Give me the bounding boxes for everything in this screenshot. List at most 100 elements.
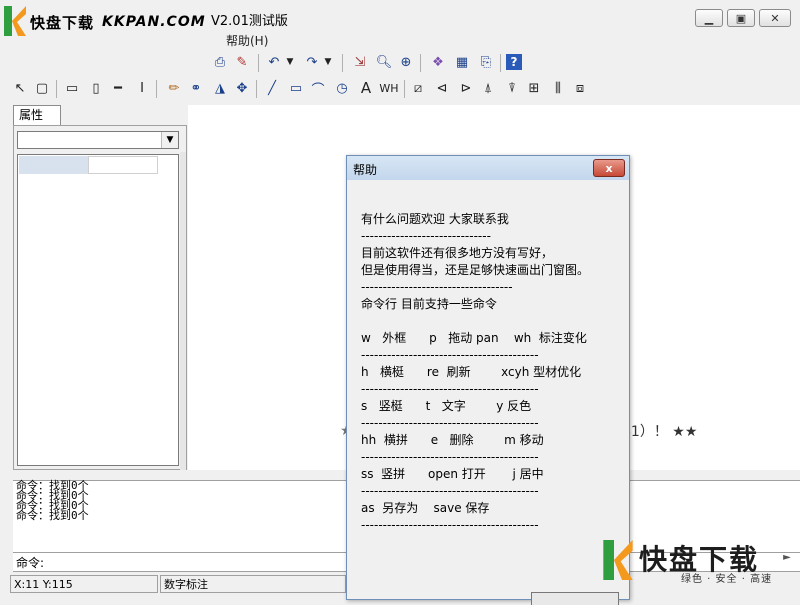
watermark-logo-icon [603, 540, 633, 580]
canvas-text: 41）！ ★★ [622, 424, 698, 440]
help-icon[interactable]: ? [506, 54, 522, 70]
help-line: ----------------------------------------… [361, 484, 539, 498]
help-line [361, 313, 621, 330]
close-button[interactable]: ✕ [759, 9, 791, 27]
help-line: 命令行 目前支持一些命令 [361, 297, 497, 311]
help-line: ----------------------------------------… [361, 416, 539, 430]
vbar-icon[interactable]: ▯ [86, 78, 106, 98]
shape6-icon[interactable]: ⊞ [524, 78, 544, 98]
grid-icon[interactable]: ▦ [452, 52, 472, 72]
minimize-icon: ▁ [704, 11, 714, 25]
dialog-ok-button[interactable] [531, 592, 619, 605]
help-line: s 竖梃 t 文字 y 反色 [361, 399, 532, 413]
properties-panel: ▼ [13, 125, 187, 470]
shape5-icon[interactable]: ⍒ [502, 78, 522, 98]
status-coords: X:11 Y:115 [10, 575, 158, 593]
scroll-right-icon[interactable]: ► [778, 548, 796, 566]
toolbar-draw: ↖ ▢ ▭ ▯ ━ I ✏ ⚭ ◮ ✥ ╱ ▭ ⌒ ◷ A WH ⧄ ⊲ ⊳ ⍋… [0, 76, 800, 102]
toolbar-separator [156, 80, 157, 98]
toolbar-separator [420, 54, 421, 72]
watermark-logo: 快盘下载 绿色 · 安全 · 高速 [603, 540, 773, 585]
help-line: w 外框 p 拖动 pan wh 标注变化 [361, 331, 587, 345]
dialog-body: 有什么问题欢迎 大家联系我 --------------------------… [361, 211, 621, 534]
brand-domain: KKPAN.COM [102, 14, 206, 30]
help-dialog: 帮助 x 有什么问题欢迎 大家联系我 ---------------------… [346, 155, 630, 605]
tab-properties[interactable]: 属性 [13, 105, 61, 125]
close-icon: ✕ [770, 11, 780, 25]
menu-help[interactable]: 帮助(H) [226, 32, 268, 49]
maximize-button[interactable]: ▣ [727, 9, 755, 27]
toolbar-separator [404, 80, 405, 98]
rectangle-icon[interactable]: ▢ [32, 78, 52, 98]
zoom-fit-icon[interactable]: ⊕ [396, 52, 416, 72]
export-icon[interactable]: ⎘ [476, 52, 496, 72]
brush-icon[interactable]: ✎ [232, 52, 252, 72]
help-line: hh 横拼 e 删除 m 移动 [361, 433, 544, 447]
status-mode: 数字标注 [160, 575, 346, 593]
node-icon[interactable]: ⚭ [186, 78, 206, 98]
properties-dropdown[interactable]: ▼ [17, 131, 179, 149]
help-line: ----------------------------------------… [361, 518, 539, 532]
toolbar-main: ⎙ ✎ ↶ ▼ ↷ ▼ ⇲ 🔍︎ ⊕ ❖ ▦ ⎘ ? [0, 50, 800, 76]
shape3-icon[interactable]: ⊳ [456, 78, 476, 98]
line-icon[interactable]: ╱ [262, 78, 282, 98]
arc-icon[interactable]: ⌒ [308, 78, 328, 98]
select-icon[interactable]: ↖ [10, 78, 30, 98]
text-tool[interactable]: A [356, 78, 376, 98]
grid-cell[interactable] [19, 156, 89, 174]
left-tabbar: 属性 [13, 105, 188, 125]
pencil-icon[interactable]: ✏ [164, 78, 184, 98]
watermark-subtext: 绿色 · 安全 · 高速 [681, 574, 773, 585]
brand-name: 快盘下载 [30, 14, 95, 32]
maximize-icon: ▣ [735, 11, 747, 25]
scale-icon[interactable]: ⇲ [350, 52, 370, 72]
shape4-icon[interactable]: ⍋ [478, 78, 498, 98]
shape1-icon[interactable]: ⧄ [408, 78, 428, 98]
shape7-icon[interactable]: ⫼ [548, 78, 568, 98]
dialog-title: 帮助 [353, 163, 378, 177]
help-line: ----------------------------------------… [361, 348, 539, 362]
toolbar-separator [500, 54, 501, 72]
redo-icon[interactable]: ↷ [302, 52, 322, 72]
toolbar-separator [342, 54, 343, 72]
mirror-icon[interactable]: ◮ [210, 78, 230, 98]
help-line: 有什么问题欢迎 大家联系我 [361, 212, 509, 226]
grid-cell[interactable] [88, 156, 158, 174]
toolbar-separator [258, 54, 259, 72]
undo-dropdown-icon[interactable]: ▼ [284, 52, 296, 72]
help-line: h 横梃 re 刷新 xcyh 型材优化 [361, 365, 582, 379]
help-line: 但是使用得当，还是足够快速画出门窗图。 [361, 263, 590, 277]
hbar-icon[interactable]: ▭ [62, 78, 82, 98]
toolbar-separator [56, 80, 57, 98]
vline-icon[interactable]: I [132, 78, 152, 98]
help-line: ------------------------------ [361, 229, 491, 243]
hline-icon[interactable]: ━ [108, 78, 128, 98]
help-line: 目前这软件还有很多地方没有写好， [361, 246, 554, 260]
window-title: V2.01测试版 [211, 14, 288, 29]
dimension-icon[interactable]: ◷ [332, 78, 352, 98]
shape8-icon[interactable]: ⧈ [570, 78, 590, 98]
panel-scrollbar[interactable] [180, 152, 186, 470]
redo-dropdown-icon[interactable]: ▼ [322, 52, 334, 72]
help-line: ----------------------------------------… [361, 450, 539, 464]
title-bar: 快盘下载 KKPAN.COM V2.01测试版 帮助(H) ▁ ▣ ✕ [0, 0, 800, 48]
toolbar-separator [256, 80, 257, 98]
undo-icon[interactable]: ↶ [264, 52, 284, 72]
dialog-titlebar[interactable]: 帮助 x [347, 156, 629, 180]
chevron-down-icon[interactable]: ▼ [161, 132, 178, 148]
rect-tool-icon[interactable]: ▭ [286, 78, 306, 98]
dialog-close-button[interactable]: x [593, 159, 625, 177]
help-line: as 另存为 save 保存 [361, 501, 490, 515]
shape2-icon[interactable]: ⊲ [432, 78, 452, 98]
help-line: ----------------------------------------… [361, 382, 539, 396]
wh-tool[interactable]: WH [378, 78, 400, 98]
command-label: 命令: [16, 556, 45, 570]
layers-icon[interactable]: ❖ [428, 52, 448, 72]
move-icon[interactable]: ✥ [232, 78, 252, 98]
zoom-icon[interactable]: 🔍︎ [374, 52, 394, 72]
minimize-button[interactable]: ▁ [695, 9, 723, 27]
close-icon: x [605, 161, 613, 175]
properties-grid[interactable] [17, 154, 179, 466]
help-line: ss 竖拼 open 打开 j 居中 [361, 467, 544, 481]
print-icon[interactable]: ⎙ [210, 52, 230, 72]
